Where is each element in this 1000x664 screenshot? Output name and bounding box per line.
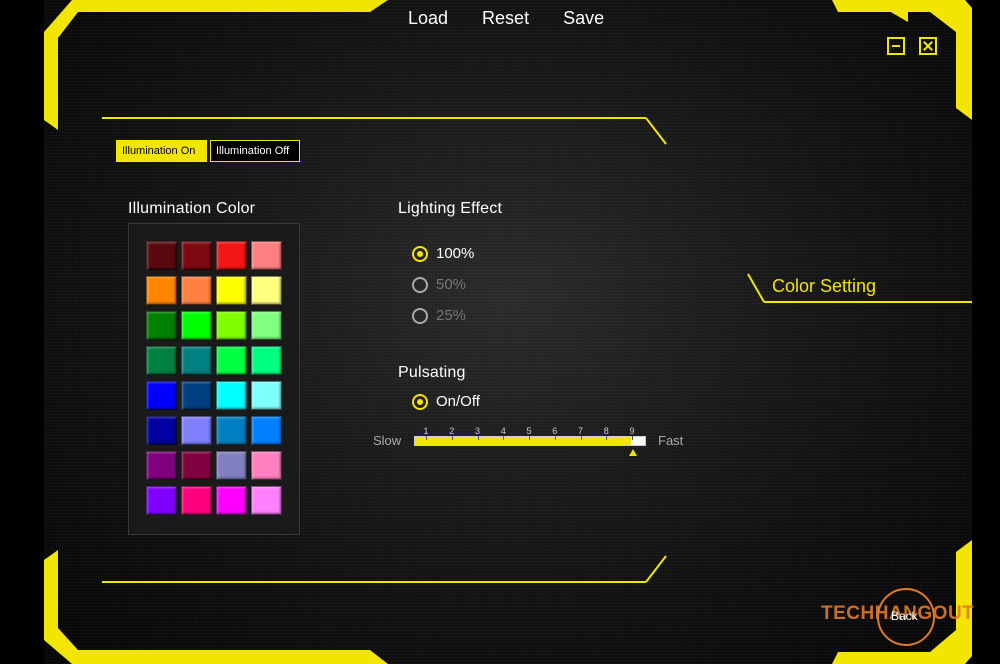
color-swatch[interactable]: [216, 276, 247, 305]
lighting-25-radio[interactable]: 25%: [412, 307, 466, 324]
color-swatch[interactable]: [251, 416, 282, 445]
radio-selected-icon: [412, 393, 428, 410]
color-setting-tab[interactable]: Color Setting: [772, 276, 876, 297]
back-label[interactable]: Back: [891, 609, 918, 623]
color-swatch[interactable]: [251, 311, 282, 340]
color-swatch[interactable]: [146, 381, 177, 410]
color-swatch[interactable]: [216, 416, 247, 445]
speed-tick-mark: [632, 436, 633, 440]
speed-tick-label: 9: [629, 426, 635, 436]
color-swatch[interactable]: [216, 241, 247, 270]
lighting-25-label: 25%: [436, 307, 467, 324]
speed-tick-label: 4: [500, 426, 506, 436]
lighting-50-label: 50%: [436, 276, 467, 293]
speed-tick-mark: [426, 436, 427, 440]
color-swatch[interactable]: [216, 346, 247, 375]
speed-tick-label: 7: [577, 426, 583, 436]
reset-button[interactable]: Reset: [482, 8, 529, 29]
color-swatch[interactable]: [146, 486, 177, 515]
pulsating-toggle-label: On/Off: [436, 393, 480, 410]
color-swatch[interactable]: [216, 486, 247, 515]
color-swatch[interactable]: [216, 451, 247, 480]
save-button[interactable]: Save: [563, 8, 604, 29]
speed-tick-mark: [477, 436, 479, 440]
lighting-100-label: 100%: [436, 245, 475, 262]
speed-tick-mark: [554, 436, 556, 440]
speed-tick-mark: [451, 436, 453, 440]
speed-fast-label: Fast: [658, 433, 684, 448]
pulsating-toggle-radio[interactable]: On/Off: [412, 393, 480, 410]
color-swatch[interactable]: [251, 241, 282, 270]
speed-tick-label: 3: [474, 426, 480, 436]
speed-tick-mark: [503, 436, 505, 440]
color-swatch[interactable]: [146, 241, 177, 270]
close-icon[interactable]: [919, 37, 937, 55]
illumination-off-button[interactable]: Illumination Off: [210, 140, 300, 162]
speed-slider-rest: [631, 437, 645, 445]
speed-tick-label: 5: [526, 426, 532, 436]
speed-tick-label: 8: [603, 426, 609, 436]
top-menu: Load Reset Save: [408, 8, 604, 29]
pulsating-title: Pulsating: [398, 364, 466, 381]
lighting-100-radio[interactable]: 100%: [412, 245, 474, 262]
speed-slow-label: Slow: [373, 433, 402, 448]
color-swatch[interactable]: [181, 416, 212, 445]
color-swatch[interactable]: [181, 346, 212, 375]
speed-tick-label: 6: [552, 426, 558, 436]
radio-selected-icon: [412, 245, 428, 262]
speed-tick-mark: [606, 436, 608, 440]
color-swatch[interactable]: [251, 381, 282, 410]
color-swatch[interactable]: [216, 381, 247, 410]
color-palette: [128, 223, 300, 535]
color-swatch[interactable]: [251, 346, 282, 375]
load-button[interactable]: Load: [408, 8, 448, 29]
speed-tick-mark: [580, 436, 582, 440]
speed-tick-mark: [529, 436, 530, 440]
lighting-effect-title: Lighting Effect: [398, 200, 503, 217]
color-swatch[interactable]: [181, 381, 212, 410]
speed-tick-label: 2: [449, 426, 455, 436]
color-swatch[interactable]: [181, 276, 212, 305]
color-swatch[interactable]: [181, 311, 212, 340]
radio-empty-icon: [412, 276, 428, 293]
color-swatch[interactable]: [146, 311, 177, 340]
illumination-on-button[interactable]: Illumination On: [116, 140, 207, 162]
color-swatch[interactable]: [146, 416, 177, 445]
color-swatch[interactable]: [251, 486, 282, 515]
lighting-50-radio[interactable]: 50%: [412, 276, 466, 293]
speed-marker-icon[interactable]: [629, 449, 637, 456]
color-swatch[interactable]: [181, 451, 212, 480]
illumination-color-title: Illumination Color: [128, 200, 256, 217]
speed-tick-label: 1: [423, 426, 429, 436]
color-swatch[interactable]: [251, 451, 282, 480]
radio-empty-icon: [412, 307, 428, 324]
speed-slider[interactable]: [414, 436, 646, 446]
color-swatch[interactable]: [216, 311, 247, 340]
color-swatch[interactable]: [181, 241, 212, 270]
color-swatch[interactable]: [146, 451, 177, 480]
color-swatch[interactable]: [146, 346, 177, 375]
minimize-icon[interactable]: [887, 37, 905, 55]
color-swatch[interactable]: [181, 486, 212, 515]
color-swatch[interactable]: [146, 276, 177, 305]
color-swatch[interactable]: [251, 276, 282, 305]
